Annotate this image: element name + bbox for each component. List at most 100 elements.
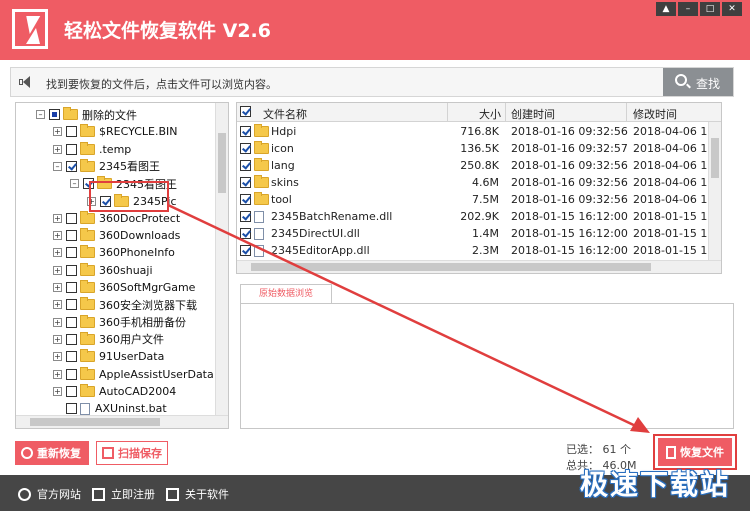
tree-item[interactable]: +360安全浏览器下载: [53, 296, 197, 313]
tree-item[interactable]: +360SoftMgrGame: [53, 279, 195, 296]
file-row[interactable]: Hdpi 716.8K 2018-01-16 09:32:56 2018-04-06 …: [237, 123, 721, 140]
file-list[interactable]: 文件名称 大小 创建时间 修改时间 Hdpi 716.8K 2018-01-16 0…: [236, 102, 722, 274]
tree-expander-icon[interactable]: +: [53, 334, 62, 344]
file-row-checkbox[interactable]: [240, 126, 251, 137]
tree-item[interactable]: + AutoCAD2004: [53, 383, 176, 400]
selected-count: 61 个: [602, 443, 632, 456]
app-title: 轻松文件恢复软件 V2.6: [64, 20, 271, 42]
file-row-checkbox[interactable]: [240, 143, 251, 154]
folder-icon: [63, 107, 78, 120]
tree-item[interactable]: + AppleAssistUserData: [53, 366, 214, 383]
tree-item[interactable]: +360shuaji: [53, 262, 153, 279]
tree-item[interactable]: +360用户文件: [53, 331, 164, 348]
tree-item-label: 360用户文件: [99, 333, 164, 347]
file-icon: [254, 211, 264, 223]
tree-expander-icon[interactable]: +: [53, 248, 62, 258]
file-created: 2018-01-15 16:12:00: [511, 244, 628, 257]
file-row[interactable]: 2345BatchRename.dll 202.9K 2018-01-15 16:1…: [237, 208, 721, 225]
tree-item[interactable]: +360手机相册备份: [53, 314, 186, 331]
app-logo-icon: [12, 9, 48, 49]
file-row-checkbox[interactable]: [240, 245, 251, 256]
tree-item-checkbox[interactable]: [66, 316, 77, 328]
about-link[interactable]: 关于软件: [166, 486, 229, 502]
skin-button[interactable]: ▲: [656, 2, 676, 16]
tree-item-checkbox[interactable]: [66, 351, 77, 363]
tree-expander-icon[interactable]: +: [53, 369, 62, 379]
tree-item[interactable]: +360PhoneInfo: [53, 244, 175, 261]
file-list-horizontal-scrollbar[interactable]: [237, 260, 721, 273]
register-link[interactable]: 立即注册: [92, 486, 155, 502]
header-created[interactable]: 创建时间: [511, 106, 555, 122]
header-size[interactable]: 大小: [479, 106, 501, 122]
file-created: 2018-01-15 16:12:00: [511, 227, 628, 240]
tree-expander-icon[interactable]: +: [53, 317, 62, 327]
save-scan-button[interactable]: 扫描保存: [96, 441, 168, 465]
tree-expander-icon[interactable]: +: [53, 213, 62, 223]
tree-item[interactable]: + $RECYCLE.BIN: [53, 123, 177, 140]
tree-item-label: AutoCAD2004: [99, 384, 177, 398]
file-list-header: 文件名称 大小 创建时间 修改时间: [237, 103, 721, 122]
file-row[interactable]: skins4.6M2018-01-16 09:32:562018-04-06 1…: [237, 174, 721, 191]
maximize-button[interactable]: □: [700, 2, 720, 16]
file-row-checkbox[interactable]: [240, 177, 251, 188]
header-modified[interactable]: 修改时间: [633, 106, 677, 122]
tree-item-checkbox[interactable]: [49, 109, 60, 120]
minimize-button[interactable]: –: [678, 2, 698, 16]
tree-expander-icon[interactable]: +: [53, 265, 62, 275]
select-all-checkbox[interactable]: [240, 106, 251, 117]
tree-item-checkbox[interactable]: [66, 282, 77, 293]
tree-item-checkbox[interactable]: [66, 403, 77, 415]
tree-expander-icon[interactable]: +: [53, 127, 62, 137]
folder-icon: [80, 280, 95, 293]
header-name[interactable]: 文件名称: [263, 106, 307, 122]
tree-horizontal-scrollbar[interactable]: [16, 415, 228, 428]
tree-item-checkbox[interactable]: [66, 212, 77, 224]
tree-item-checkbox[interactable]: [66, 264, 77, 276]
tree-expander-icon[interactable]: +: [53, 300, 62, 310]
tree-expander-icon[interactable]: –: [70, 179, 79, 189]
tree-item-checkbox[interactable]: [66, 230, 77, 242]
tree-item-checkbox[interactable]: [66, 143, 77, 155]
tree-item-checkbox[interactable]: [66, 333, 77, 345]
tree-expander-icon[interactable]: +: [53, 144, 62, 154]
tree-item-checkbox[interactable]: [66, 160, 77, 172]
file-row-checkbox[interactable]: [240, 194, 251, 205]
restart-recovery-button[interactable]: 重新恢复: [15, 441, 89, 465]
tree-vertical-scrollbar[interactable]: [215, 103, 228, 416]
tree-item[interactable]: +360Downloads: [53, 227, 180, 244]
tab-raw-data-preview[interactable]: 原始数据浏览: [240, 284, 332, 304]
file-row-checkbox[interactable]: [240, 160, 251, 171]
tree-expander-icon[interactable]: +: [53, 386, 62, 396]
tree-expander-icon[interactable]: +: [53, 231, 62, 241]
file-list-vertical-scrollbar[interactable]: [708, 122, 721, 262]
tree-expander-icon[interactable]: –: [36, 110, 45, 119]
file-name: Hdpi: [271, 125, 297, 138]
tree-item[interactable]: + .temp: [53, 141, 131, 158]
file-row[interactable]: 2345DirectUI.dll 1.4M 2018-01-15 16:12:00 2…: [237, 225, 721, 242]
folder-tree[interactable]: – 删除的文件 + $RECYCLE.BIN + .temp –2345看图王 –2345看图…: [15, 102, 229, 429]
tree-item[interactable]: – 2345看图王: [53, 158, 160, 175]
file-row[interactable]: tool7.5M2018-01-16 09:32:562018-04-06 11…: [237, 191, 721, 208]
tree-expander-icon[interactable]: +: [53, 352, 62, 362]
tree-item-checkbox[interactable]: [66, 385, 77, 397]
tree-item-checkbox[interactable]: [66, 299, 77, 311]
tree-item[interactable]: +91UserData: [53, 348, 164, 365]
folder-icon: [80, 262, 95, 276]
file-row[interactable]: 2345EditorApp.dll 2.3M 2018-01-15 16:12:00…: [237, 242, 721, 259]
tree-item[interactable]: +360DocProtect: [53, 210, 180, 227]
file-row[interactable]: lang 250.8K 2018-01-16 09:32:56 2018-04-06 …: [237, 157, 721, 174]
refresh-icon: [21, 447, 33, 459]
close-button[interactable]: ✕: [722, 2, 742, 16]
file-row-checkbox[interactable]: [240, 228, 251, 239]
tree-expander-icon[interactable]: +: [53, 283, 62, 292]
tree-expander-icon[interactable]: –: [53, 161, 62, 171]
file-row-checkbox[interactable]: [240, 211, 251, 222]
file-row[interactable]: icon 136.5K 2018-01-16 09:32:57 2018-04-06 …: [237, 140, 721, 157]
tree-item-checkbox[interactable]: [66, 247, 77, 259]
search-button[interactable]: 查找: [663, 68, 733, 96]
official-website-link[interactable]: 官方网站: [18, 486, 81, 502]
tree-item-checkbox[interactable]: [66, 368, 77, 380]
tree-item[interactable]: – 删除的文件: [36, 106, 137, 123]
folder-icon: [254, 158, 269, 171]
tree-item-checkbox[interactable]: [66, 126, 77, 138]
